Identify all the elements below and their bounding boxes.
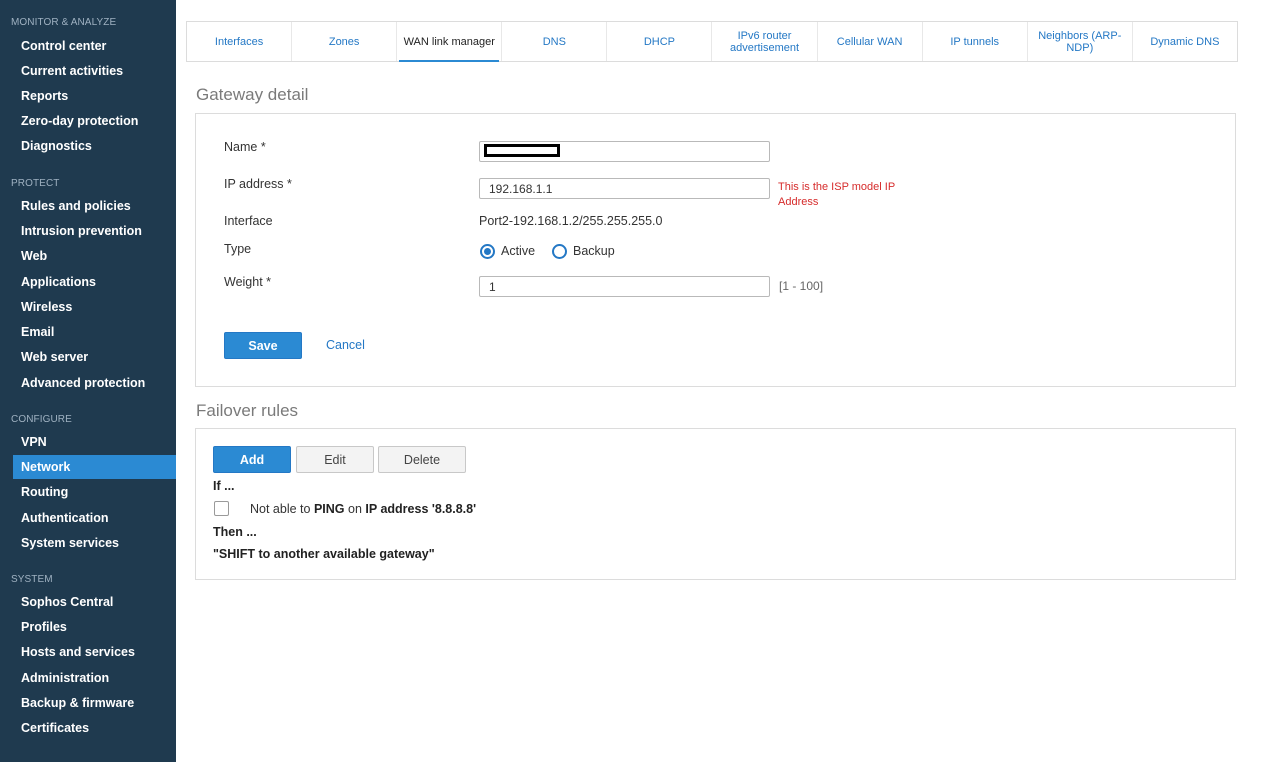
- rule-action: "SHIFT to another available gateway": [213, 547, 435, 561]
- sidebar-item-applications[interactable]: Applications: [13, 270, 176, 294]
- sidebar-item-system-services[interactable]: System services: [13, 531, 176, 555]
- ip-address-field[interactable]: 192.168.1.1: [479, 178, 770, 199]
- rule-condition: Not able to PING on IP address '8.8.8.8': [250, 502, 476, 516]
- tab-wan-link-manager[interactable]: WAN link manager: [397, 22, 503, 62]
- sidebar-section-title: PROTECT: [11, 178, 60, 189]
- tab-dynamic-dns[interactable]: Dynamic DNS: [1133, 22, 1237, 61]
- ip-address-hint: This is the ISP model IP Address: [778, 181, 895, 208]
- tab-dhcp[interactable]: DHCP: [607, 22, 713, 61]
- sidebar-item-backup-firmware[interactable]: Backup & firmware: [13, 691, 176, 715]
- name-label: Name *: [224, 140, 266, 154]
- sidebar-item-routing[interactable]: Routing: [13, 480, 176, 504]
- redaction-box: [484, 144, 560, 157]
- cancel-button[interactable]: Cancel: [326, 338, 365, 352]
- delete-button[interactable]: Delete: [378, 446, 466, 473]
- name-field[interactable]: [479, 141, 770, 162]
- rule-target-value: '8.8.8.8': [431, 502, 477, 516]
- sidebar-item-advanced-protection[interactable]: Advanced protection: [13, 371, 176, 395]
- sidebar-section-title: SYSTEM: [11, 574, 53, 585]
- tab-ipv6-router-advertisement[interactable]: IPv6 router advertisement: [712, 22, 818, 61]
- tab-dns[interactable]: DNS: [502, 22, 608, 61]
- interface-value: Port2-192.168.1.2/255.255.255.0: [479, 214, 663, 228]
- failover-rules-heading: Failover rules: [196, 401, 299, 420]
- failover-rules-panel: Add Edit Delete If ... Not able to PING …: [195, 428, 1236, 580]
- sidebar-item-wireless[interactable]: Wireless: [13, 295, 176, 319]
- rule-on: on: [348, 502, 362, 516]
- tab-cellular-wan[interactable]: Cellular WAN: [818, 22, 923, 61]
- type-backup-label[interactable]: Backup: [573, 244, 615, 258]
- gateway-detail-panel: Name * IP address * 192.168.1.1 This is …: [195, 113, 1236, 387]
- sidebar-item-network[interactable]: Network: [13, 455, 176, 479]
- sidebar-item-profiles[interactable]: Profiles: [13, 615, 176, 639]
- then-label: Then ...: [213, 525, 257, 539]
- sidebar-section-title: MONITOR & ANALYZE: [11, 17, 117, 28]
- add-button[interactable]: Add: [213, 446, 291, 473]
- tab-zones[interactable]: Zones: [292, 22, 398, 61]
- interface-label: Interface: [224, 214, 273, 228]
- sidebar-item-reports[interactable]: Reports: [13, 84, 176, 108]
- ip-address-label: IP address *: [224, 177, 292, 191]
- rule-checkbox[interactable]: [214, 501, 229, 516]
- weight-label: Weight *: [224, 275, 272, 289]
- edit-button[interactable]: Edit: [296, 446, 374, 473]
- tab-ip-tunnels[interactable]: IP tunnels: [923, 22, 1028, 61]
- save-button[interactable]: Save: [224, 332, 302, 359]
- sidebar-item-certificates[interactable]: Certificates: [13, 716, 176, 740]
- sidebar-item-zero-day-protection[interactable]: Zero-day protection: [13, 109, 176, 133]
- sidebar-item-control-center[interactable]: Control center: [13, 34, 176, 58]
- sidebar-item-web-server[interactable]: Web server: [13, 345, 176, 369]
- sidebar-item-hosts-and-services[interactable]: Hosts and services: [13, 640, 176, 664]
- tab-interfaces[interactable]: Interfaces: [187, 22, 293, 61]
- gateway-detail-heading: Gateway detail: [196, 85, 309, 104]
- weight-range: [1 - 100]: [779, 279, 824, 293]
- sidebar-section-title: CONFIGURE: [11, 414, 72, 425]
- sidebar-item-email[interactable]: Email: [13, 320, 176, 344]
- sidebar-item-administration[interactable]: Administration: [13, 666, 176, 690]
- sidebar-item-intrusion-prevention[interactable]: Intrusion prevention: [13, 219, 176, 243]
- app-root: MONITOR & ANALYZE Control center Current…: [0, 0, 1280, 762]
- type-active-radio[interactable]: [480, 244, 495, 259]
- weight-field[interactable]: 1: [479, 276, 770, 297]
- tab-neighbors[interactable]: Neighbors (ARP-NDP): [1028, 22, 1133, 61]
- type-active-label[interactable]: Active: [501, 244, 535, 258]
- rule-protocol: PING: [313, 502, 345, 516]
- type-label: Type: [224, 242, 252, 256]
- type-backup-radio[interactable]: [552, 244, 567, 259]
- rule-prefix: Not able to: [250, 502, 311, 516]
- sidebar-item-vpn[interactable]: VPN: [13, 430, 176, 454]
- sidebar-item-web[interactable]: Web: [13, 244, 176, 268]
- if-label: If ...: [213, 479, 235, 493]
- sidebar-item-sophos-central[interactable]: Sophos Central: [13, 590, 176, 614]
- sidebar-item-current-activities[interactable]: Current activities: [13, 59, 176, 83]
- sidebar-item-diagnostics[interactable]: Diagnostics: [13, 134, 176, 158]
- sidebar: MONITOR & ANALYZE Control center Current…: [0, 0, 176, 762]
- tab-bar: Interfaces Zones WAN link manager DNS DH…: [186, 21, 1238, 62]
- rule-target-label: IP address: [365, 502, 429, 516]
- sidebar-item-authentication[interactable]: Authentication: [13, 506, 176, 530]
- sidebar-item-rules-and-policies[interactable]: Rules and policies: [13, 194, 176, 218]
